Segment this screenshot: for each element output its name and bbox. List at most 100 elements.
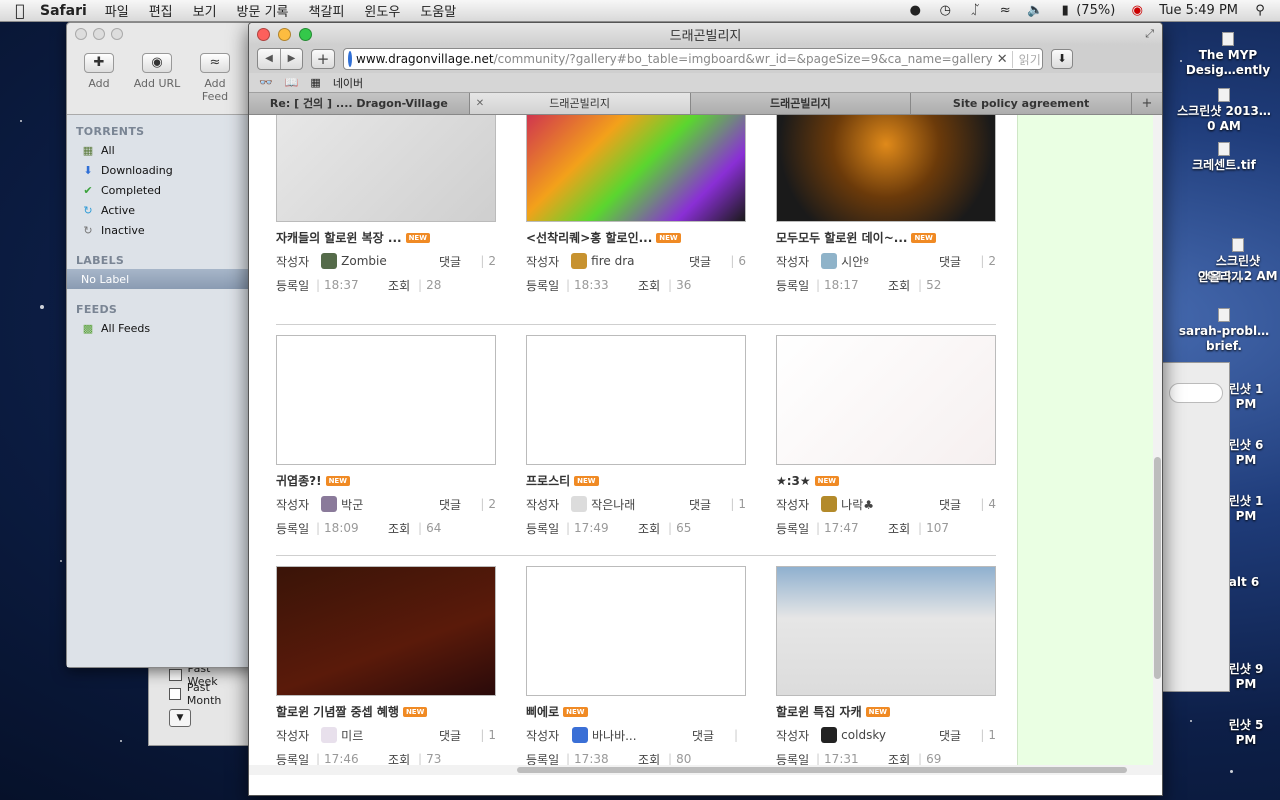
post-author[interactable]: Zombie bbox=[321, 253, 439, 269]
desktop-file-alt6[interactable]: alt 6 bbox=[1224, 575, 1264, 590]
address-bar[interactable]: www.dragonvillage.net /community/?galler… bbox=[343, 48, 1043, 70]
post-title[interactable]: 자캐들의 할로윈 복장 ... NEW bbox=[276, 230, 496, 245]
post-author[interactable]: 바나바... bbox=[572, 727, 692, 744]
add-feed-button[interactable]: ≈ Add Feed bbox=[191, 49, 239, 110]
meta-divider: | bbox=[418, 278, 423, 292]
desktop-file-crescent[interactable]: 크레센트.tif bbox=[1176, 142, 1272, 173]
zoom-icon[interactable] bbox=[111, 28, 123, 40]
menu-history[interactable]: 방문 기록 bbox=[237, 1, 289, 20]
desktop-folder-anolligi[interactable]: 안올리기 bbox=[1192, 270, 1248, 285]
reading-list-icon[interactable]: 👓 bbox=[259, 76, 273, 89]
post-author-line: 작성자 Zombie 댓글 | 2 bbox=[276, 253, 496, 269]
scroll-thumb[interactable] bbox=[517, 767, 1127, 773]
tab-dragon-village-suggestion[interactable]: Re: [ 건의 ] .... Dragon-Village bbox=[249, 93, 470, 114]
finder-item-past-month[interactable]: Past Month bbox=[149, 681, 257, 707]
back-button[interactable]: ◀ bbox=[258, 49, 280, 69]
input-source-flag-icon[interactable]: ◉ bbox=[1129, 3, 1145, 18]
action-menu-icon[interactable]: ▼ bbox=[169, 709, 191, 727]
post-author[interactable]: 작은나래 bbox=[571, 496, 689, 513]
minimize-window-icon[interactable] bbox=[278, 27, 291, 41]
tab-dragonvillage-active[interactable]: ✕ 드래곤빌리지 bbox=[469, 93, 691, 114]
post-thumbnail[interactable] bbox=[776, 115, 996, 222]
volume-icon[interactable]: 🔈 bbox=[1027, 3, 1043, 18]
new-badge: NEW bbox=[656, 232, 681, 243]
creative-cloud-icon[interactable]: ● bbox=[907, 3, 923, 18]
menu-help[interactable]: 도움말 bbox=[420, 1, 456, 20]
post-title[interactable]: ★:3★ NEW bbox=[776, 473, 996, 488]
post-title[interactable]: 프로스티 NEW bbox=[526, 473, 746, 488]
tab-close-icon[interactable]: ✕ bbox=[476, 93, 484, 114]
desktop-file-myp[interactable]: The MYP Desig…ently bbox=[1180, 32, 1276, 78]
downloads-button[interactable]: ⬇ bbox=[1051, 49, 1073, 69]
background-window[interactable] bbox=[1162, 362, 1230, 692]
new-tab-button[interactable]: + bbox=[1132, 93, 1162, 114]
new-badge: NEW bbox=[911, 232, 936, 243]
desktop-file-screenshot-4[interactable]: 린샷 6 PM bbox=[1226, 438, 1266, 468]
battery-status[interactable]: ▮ (75%) bbox=[1057, 3, 1116, 18]
minimize-icon[interactable] bbox=[93, 28, 105, 40]
clear-url-icon[interactable]: ✕ bbox=[993, 52, 1012, 67]
post-title[interactable]: <선착리퀘>홍 할로인... NEW bbox=[526, 230, 746, 245]
desktop-file-sarah-brief[interactable]: sarah-probl…brief. bbox=[1176, 308, 1272, 354]
meta-divider: | bbox=[316, 521, 321, 535]
post-thumbnail[interactable] bbox=[276, 566, 496, 696]
add-url-button[interactable]: ◉ Add URL bbox=[133, 49, 181, 110]
spotlight-search-icon[interactable]: ⚲ bbox=[1252, 3, 1268, 18]
apple-menu-icon[interactable]:  bbox=[0, 1, 40, 20]
post-thumbnail[interactable] bbox=[776, 566, 996, 696]
post-title[interactable]: 귀엽종?! NEW bbox=[276, 473, 496, 488]
tab-site-policy[interactable]: Site policy agreement bbox=[911, 93, 1132, 114]
close-icon[interactable] bbox=[75, 28, 87, 40]
post-thumbnail[interactable] bbox=[526, 335, 746, 465]
post-author[interactable]: 나락♣ bbox=[821, 496, 939, 513]
vertical-scrollbar[interactable] bbox=[1153, 115, 1162, 765]
post-author[interactable]: 미르 bbox=[321, 727, 439, 744]
desktop-file-screenshot-7[interactable]: 린샷 5 PM bbox=[1226, 718, 1266, 748]
post-author[interactable]: 시안º bbox=[821, 253, 939, 270]
post-thumbnail[interactable] bbox=[776, 335, 996, 465]
menu-edit[interactable]: 편집 bbox=[149, 1, 173, 20]
bluetooth-icon[interactable]: ᛢ bbox=[967, 3, 983, 18]
sidebar-item-label: Active bbox=[101, 203, 136, 217]
post-title[interactable]: 할로윈 특집 자캐 NEW bbox=[776, 704, 996, 719]
zoom-window-icon[interactable] bbox=[299, 27, 312, 41]
desktop-file-screenshot-3[interactable]: 린샷 1 PM bbox=[1226, 382, 1266, 412]
desktop-file-screenshot-1[interactable]: 스크린샷 2013…0 AM bbox=[1176, 88, 1272, 134]
wifi-icon[interactable]: ≈ bbox=[997, 3, 1013, 18]
close-window-icon[interactable] bbox=[257, 27, 270, 41]
post-thumbnail[interactable] bbox=[276, 115, 496, 222]
app-menu-safari[interactable]: Safari bbox=[40, 3, 87, 19]
reader-button[interactable]: 읽기 도구 bbox=[1011, 50, 1042, 68]
post-thumbnail[interactable] bbox=[526, 566, 746, 696]
bookmark-naver[interactable]: 네이버 bbox=[333, 75, 363, 91]
scroll-thumb[interactable] bbox=[1154, 457, 1161, 679]
post-title[interactable]: 할로윈 기념짤 중셉 혜행 NEW bbox=[276, 704, 496, 719]
desktop-file-screenshot-6[interactable]: 린샷 9 PM bbox=[1226, 662, 1266, 692]
comment-count: 2 bbox=[488, 497, 496, 511]
post-title[interactable]: 모두모두 할로윈 데이~... NEW bbox=[776, 230, 996, 245]
fullscreen-icon[interactable]: ⤢ bbox=[1145, 27, 1154, 41]
post-author[interactable]: fire dra bbox=[571, 253, 689, 269]
add-button[interactable]: ✚ Add bbox=[75, 49, 123, 110]
post-title[interactable]: 삐에로 NEW bbox=[526, 704, 746, 719]
post-author[interactable]: 박군 bbox=[321, 496, 439, 513]
forward-button[interactable]: ▶ bbox=[280, 49, 302, 69]
add-bookmark-button[interactable]: + bbox=[311, 49, 335, 69]
post-thumbnail[interactable] bbox=[276, 335, 496, 465]
post-author[interactable]: coldsky bbox=[821, 727, 939, 743]
menu-clock[interactable]: Tue 5:49 PM bbox=[1159, 3, 1238, 18]
bookmarks-book-icon[interactable]: 📖 bbox=[285, 76, 299, 89]
desktop-file-label: alt 6 bbox=[1228, 575, 1260, 589]
top-sites-grid-icon[interactable]: ▦ bbox=[310, 76, 320, 89]
time-machine-icon[interactable]: ◷ bbox=[937, 3, 953, 18]
horizontal-scrollbar[interactable] bbox=[249, 765, 1162, 775]
menu-view[interactable]: 보기 bbox=[193, 1, 217, 20]
menu-file[interactable]: 파일 bbox=[105, 1, 129, 20]
row-separator bbox=[276, 555, 996, 556]
post-thumbnail[interactable] bbox=[526, 115, 746, 222]
tab-dragonvillage[interactable]: 드래곤빌리지 bbox=[690, 93, 912, 114]
menu-window[interactable]: 윈도우 bbox=[364, 1, 400, 20]
desktop-file-screenshot-5[interactable]: 린샷 1 PM bbox=[1226, 494, 1266, 524]
background-search-field[interactable] bbox=[1169, 383, 1223, 403]
menu-bookmarks[interactable]: 책갈피 bbox=[309, 1, 345, 20]
